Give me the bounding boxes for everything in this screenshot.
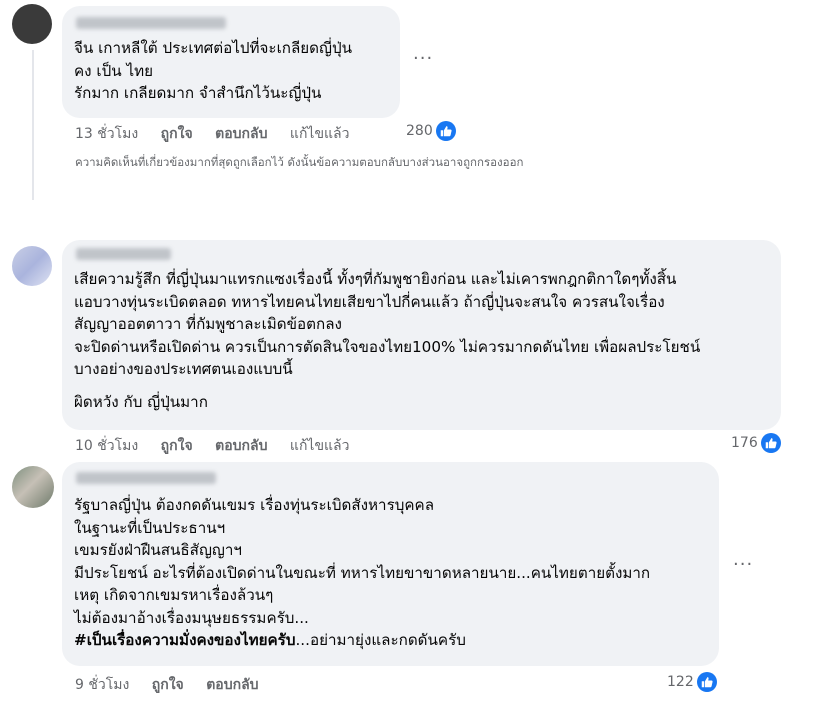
comment-bubble-2: เสียความรู้สึก ที่ญี่ปุ่นมาแทรกแซงเรื่อง… bbox=[62, 240, 781, 430]
comment-line: ไม่ต้องมาอ้างเรื่องมนุษยธรรมครับ... bbox=[74, 608, 309, 627]
comment-line: #เป็นเรื่องความมั่งคงของไทยครับ...อย่ามา… bbox=[74, 629, 650, 652]
reaction-summary[interactable]: 122 bbox=[667, 672, 717, 692]
like-icon bbox=[696, 672, 717, 692]
more-options-icon[interactable]: ··· bbox=[733, 554, 753, 575]
reply-button[interactable]: ตอบกลับ bbox=[215, 126, 267, 142]
like-button[interactable]: ถูกใจ bbox=[152, 677, 184, 693]
filter-notice: ความคิดเห็นที่เกี่ยวข้องมากที่สุดถูกเลือ… bbox=[75, 155, 524, 169]
reaction-count: 280 bbox=[406, 123, 433, 139]
reaction-summary[interactable]: 280 bbox=[406, 121, 456, 141]
thread-line bbox=[32, 50, 34, 200]
like-icon bbox=[760, 433, 781, 453]
comment-text: จีน เกาหลีใต้ ประเทศต่อไปที่จะเกลียดญี่ป… bbox=[74, 37, 352, 105]
avatar[interactable] bbox=[12, 4, 52, 44]
commenter-name-blurred[interactable] bbox=[76, 248, 171, 260]
comment-line: มีประโยชน์ อะไรที่ต้องเปิดด่านในขณะที่ ท… bbox=[74, 563, 651, 582]
hashtag-trailing-text: ...อย่ามายุ่งและกดดันครับ bbox=[295, 631, 466, 649]
comment-actions: 10 ชั่วโมง ถูกใจ ตอบกลับ แก้ไขแล้ว bbox=[75, 435, 368, 457]
timestamp[interactable]: 10 ชั่วโมง bbox=[75, 438, 138, 454]
reaction-summary[interactable]: 176 bbox=[731, 433, 781, 453]
hashtag-link[interactable]: #เป็นเรื่องความมั่งคงของไทยครับ bbox=[74, 631, 295, 649]
comment-line: แอบวางทุ่นระเบิดตลอด ทหารไทยคนไทยเสียขาไ… bbox=[74, 292, 665, 311]
edited-label: แก้ไขแล้ว bbox=[289, 126, 350, 142]
comment-bubble-3: รัฐบาลญี่ปุ่น ต้องกดดันเขมร เรื่องทุ่นระ… bbox=[62, 462, 719, 666]
more-options-icon[interactable]: ··· bbox=[413, 48, 433, 69]
timestamp[interactable]: 9 ชั่วโมง bbox=[75, 677, 129, 693]
reply-button[interactable]: ตอบกลับ bbox=[215, 438, 267, 454]
edited-label: แก้ไขแล้ว bbox=[289, 438, 350, 454]
comment-text: เสียความรู้สึก ที่ญี่ปุ่นมาแทรกแซงเรื่อง… bbox=[74, 268, 700, 413]
like-button[interactable]: ถูกใจ bbox=[161, 126, 193, 142]
comment-bubble-1: จีน เกาหลีใต้ ประเทศต่อไปที่จะเกลียดญี่ป… bbox=[62, 6, 400, 118]
comment-text: รัฐบาลญี่ปุ่น ต้องกดดันเขมร เรื่องทุ่นระ… bbox=[74, 494, 650, 652]
like-button[interactable]: ถูกใจ bbox=[161, 438, 193, 454]
commenter-name-blurred[interactable] bbox=[76, 472, 216, 484]
avatar[interactable] bbox=[12, 466, 54, 508]
comment-line: จีน เกาหลีใต้ ประเทศต่อไปที่จะเกลียดญี่ป… bbox=[74, 39, 352, 57]
comment-line: คง เป็น ไทย bbox=[74, 61, 153, 80]
comment-actions: 9 ชั่วโมง ถูกใจ ตอบกลับ bbox=[75, 674, 277, 696]
comment-line: เสียความรู้สึก ที่ญี่ปุ่นมาแทรกแซงเรื่อง… bbox=[74, 270, 677, 288]
comment-line: ในฐานะที่เป็นประธานฯ bbox=[74, 518, 226, 537]
reaction-count: 176 bbox=[731, 435, 758, 451]
reply-button[interactable]: ตอบกลับ bbox=[206, 677, 258, 693]
commenter-name-blurred[interactable] bbox=[76, 17, 226, 29]
comment-line: บางอย่างของประเทศตนเองแบบนี้ bbox=[74, 360, 293, 378]
comment-line: เขมรยังฝ่าฝืนสนธิสัญญาฯ bbox=[74, 541, 242, 559]
comment-line: รักมาก เกลียดมาก จำสำนึกไว้นะญี่ปุ่น bbox=[74, 84, 322, 102]
comment-line: ผิดหวัง กับ ญี่ปุ่นมาก bbox=[74, 392, 208, 411]
avatar[interactable] bbox=[12, 246, 52, 286]
comment-line: เหตุ เกิดจากเขมรหาเรื่องล้วนๆ bbox=[74, 586, 274, 604]
like-icon bbox=[435, 121, 456, 141]
comment-line: จะปิดด่านหรือเปิดด่าน ควรเป็นการตัดสินใจ… bbox=[74, 337, 701, 356]
comment-actions: 13 ชั่วโมง ถูกใจ ตอบกลับ แก้ไขแล้ว bbox=[75, 123, 368, 145]
comment-line: สัญญาออตตาวา ที่กัมพูชาละเมิดข้อตกลง bbox=[74, 315, 342, 333]
comment-line: รัฐบาลญี่ปุ่น ต้องกดดันเขมร เรื่องทุ่นระ… bbox=[74, 496, 435, 514]
timestamp[interactable]: 13 ชั่วโมง bbox=[75, 126, 138, 142]
reaction-count: 122 bbox=[667, 674, 694, 690]
